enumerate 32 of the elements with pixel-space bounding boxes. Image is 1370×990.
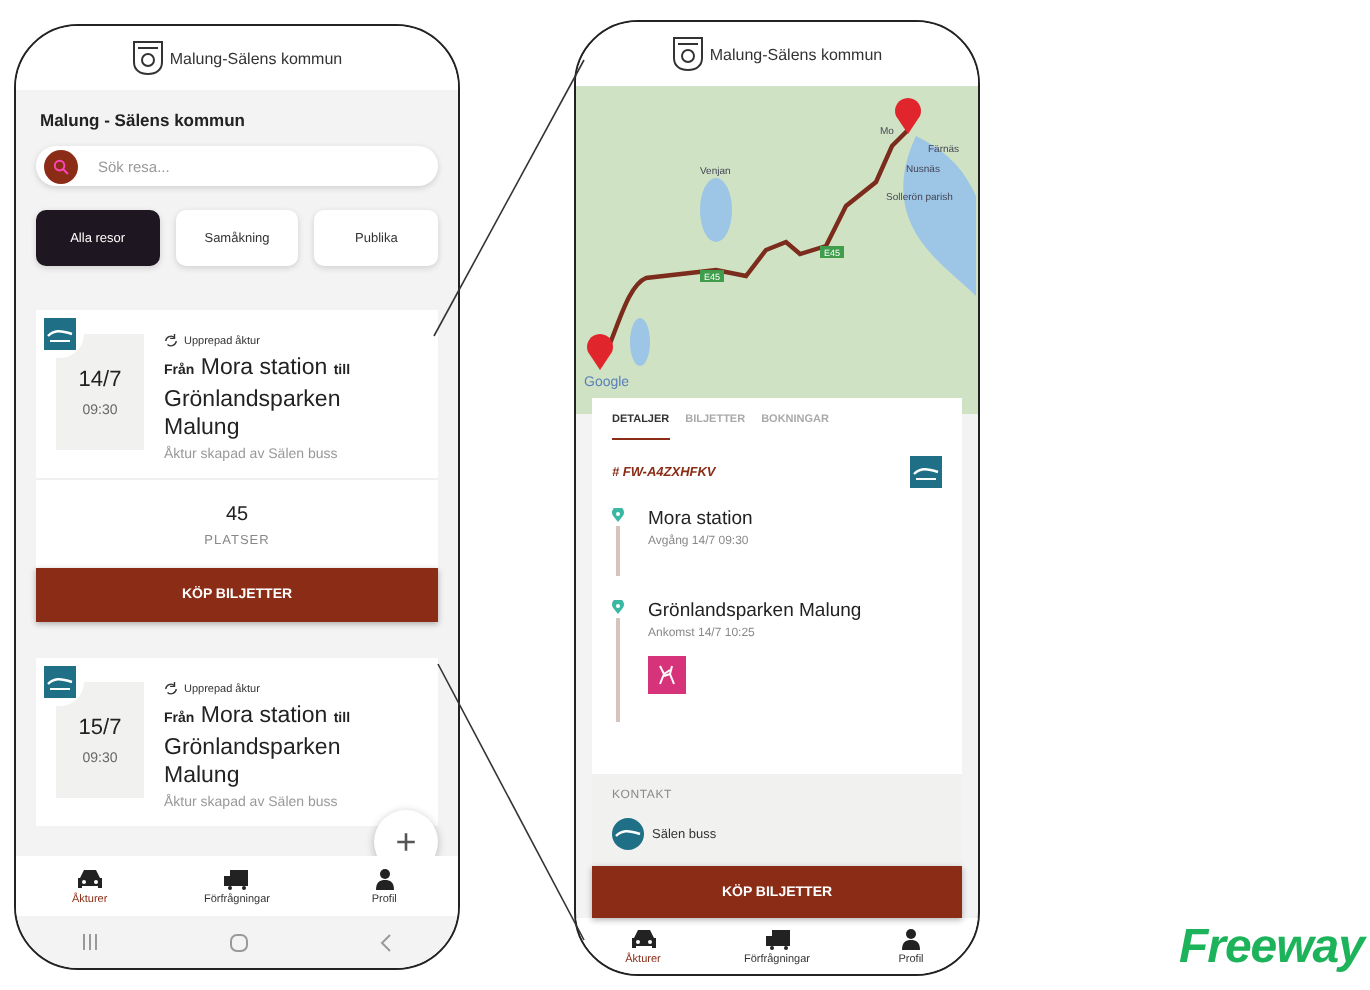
- dancers-icon: [648, 656, 686, 694]
- map-pin-icon: [587, 334, 613, 370]
- location-pin-icon: [612, 508, 624, 522]
- brand-logo: Freeway: [1178, 920, 1364, 976]
- trip-date: 14/7: [78, 367, 122, 391]
- crest-icon: [671, 36, 704, 72]
- car-icon: [629, 927, 657, 949]
- stop-name: Mora station: [648, 508, 753, 530]
- recent-apps-icon: [82, 934, 98, 950]
- repeat-icon: [164, 682, 178, 696]
- trip-date: 15/7: [78, 715, 122, 739]
- truck-icon: [763, 927, 791, 949]
- person-icon: [373, 867, 396, 889]
- operator-logo-icon: [44, 318, 76, 350]
- seat-count: 45: [225, 504, 249, 526]
- location-pin-icon: [612, 600, 624, 614]
- operator-logo-icon: [44, 666, 76, 698]
- map-pin-icon: [895, 98, 921, 134]
- person-icon: [900, 927, 922, 949]
- operator-logo-icon: [910, 456, 942, 488]
- truck-icon: [222, 867, 251, 889]
- crest-icon: [131, 40, 164, 76]
- home-icon: [230, 933, 248, 951]
- search-icon: [44, 149, 78, 183]
- header-title: Malung-Sälens kommun: [169, 49, 343, 67]
- car-icon: [75, 867, 104, 889]
- page-title: Malung - Sälens kommun: [40, 110, 247, 130]
- repeat-icon: [164, 334, 178, 348]
- stop-name: Grönlandsparken Malung: [648, 600, 862, 622]
- operator-logo-icon: [612, 818, 644, 850]
- header-title: Malung-Sälens kommun: [709, 45, 883, 63]
- back-icon: [380, 933, 392, 951]
